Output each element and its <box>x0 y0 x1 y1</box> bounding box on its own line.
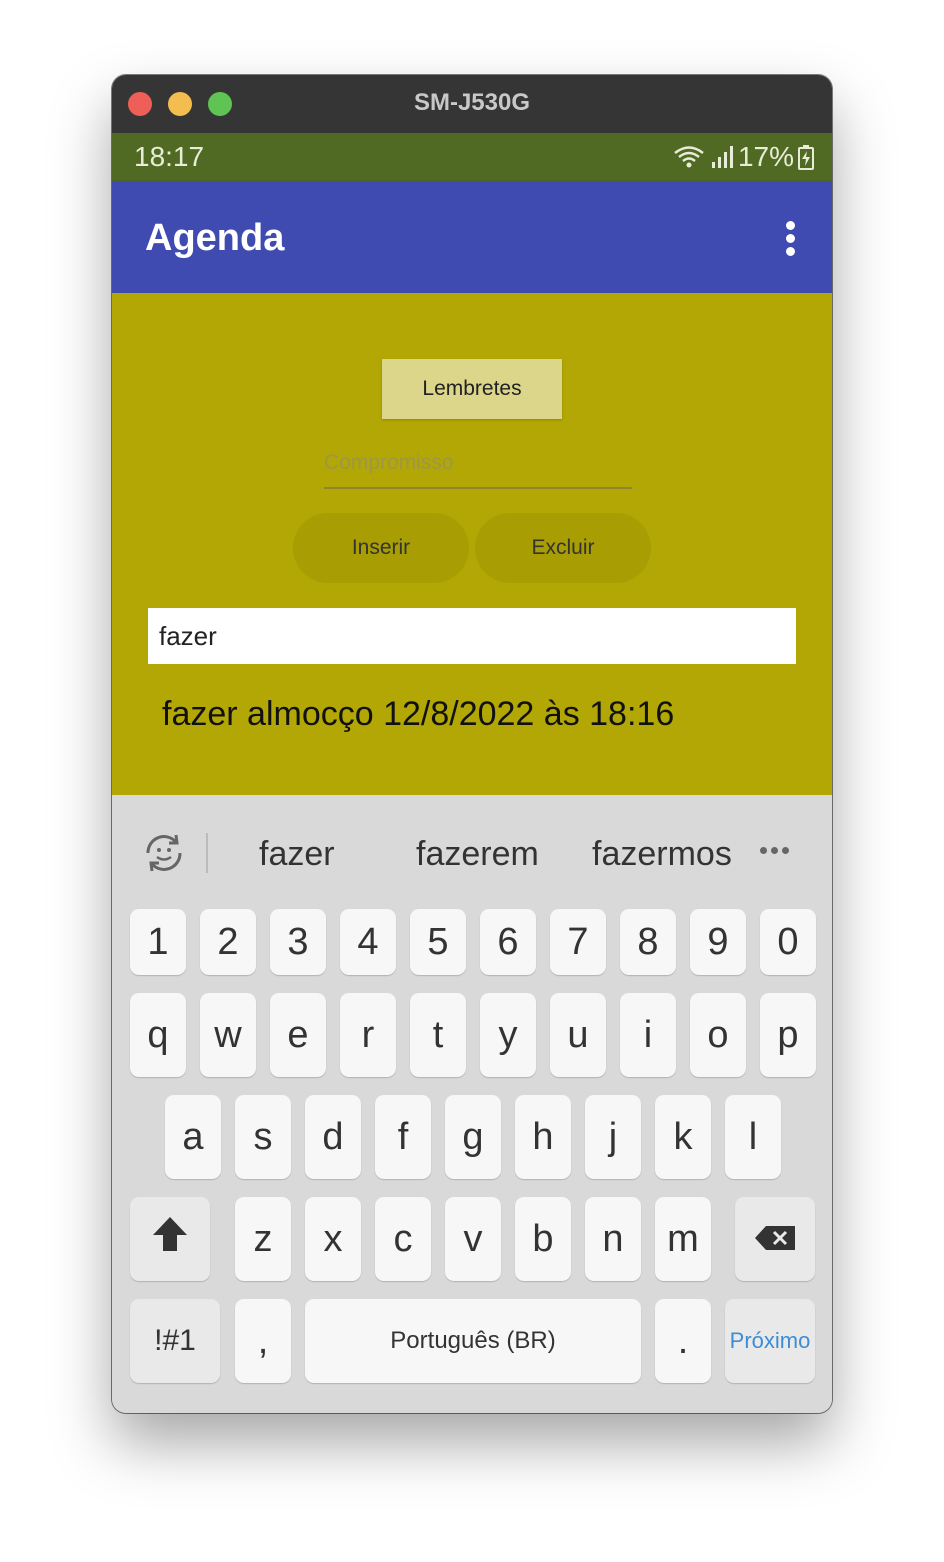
key-w[interactable]: w <box>200 993 256 1077</box>
result-list-item[interactable]: fazer almocço 12/8/2022 às 18:16 <box>162 695 674 734</box>
compromisso-input[interactable] <box>324 439 632 489</box>
shift-arrow-icon <box>151 1215 189 1263</box>
key-k[interactable]: k <box>655 1095 711 1179</box>
key-g[interactable]: g <box>445 1095 501 1179</box>
on-screen-keyboard: fazer fazerem fazermos 1 2 3 4 5 6 7 8 9… <box>112 795 832 1413</box>
status-icons: 17% <box>672 141 814 173</box>
key-1[interactable]: 1 <box>130 909 186 975</box>
key-j[interactable]: j <box>585 1095 641 1179</box>
key-s[interactable]: s <box>235 1095 291 1179</box>
key-i[interactable]: i <box>620 993 676 1077</box>
key-e[interactable]: e <box>270 993 326 1077</box>
overflow-menu-icon[interactable] <box>784 221 796 261</box>
shift-key[interactable] <box>130 1197 210 1281</box>
key-y[interactable]: y <box>480 993 536 1077</box>
key-q[interactable]: q <box>130 993 186 1077</box>
key-p[interactable]: p <box>760 993 816 1077</box>
key-4[interactable]: 4 <box>340 909 396 975</box>
period-key[interactable]: . <box>655 1299 711 1383</box>
backspace-icon <box>754 1218 796 1261</box>
status-bar: 18:17 17% <box>112 133 832 181</box>
key-v[interactable]: v <box>445 1197 501 1281</box>
key-7[interactable]: 7 <box>550 909 606 975</box>
wifi-icon <box>672 144 706 170</box>
key-8[interactable]: 8 <box>620 909 676 975</box>
space-key[interactable]: Português (BR) <box>305 1299 641 1383</box>
emulator-window: SM-J530G 18:17 17% Agenda Lembretes Comp… <box>112 75 832 1413</box>
main-content: Lembretes Inserir Excluir fazer almocço … <box>112 293 832 795</box>
window-titlebar: SM-J530G <box>112 75 832 133</box>
key-a[interactable]: a <box>165 1095 221 1179</box>
status-time: 18:17 <box>134 141 205 172</box>
key-c[interactable]: c <box>375 1197 431 1281</box>
key-6[interactable]: 6 <box>480 909 536 975</box>
signal-icon <box>710 144 734 170</box>
suggestion-bar: fazer fazerem fazermos <box>112 795 832 905</box>
key-3[interactable]: 3 <box>270 909 326 975</box>
app-bar: Agenda <box>112 181 832 293</box>
battery-charging-icon <box>798 144 814 170</box>
emoji-suggestion-icon[interactable] <box>142 831 186 875</box>
key-9[interactable]: 9 <box>690 909 746 975</box>
key-r[interactable]: r <box>340 993 396 1077</box>
suggestion-divider <box>206 833 208 873</box>
suggestion-1[interactable]: fazer <box>259 835 335 874</box>
key-t[interactable]: t <box>410 993 466 1077</box>
key-n[interactable]: n <box>585 1197 641 1281</box>
suggestion-2[interactable]: fazerem <box>416 835 539 874</box>
more-suggestions-icon[interactable] <box>760 847 789 854</box>
window-title: SM-J530G <box>413 89 531 116</box>
key-z[interactable]: z <box>235 1197 291 1281</box>
comma-key[interactable]: , <box>235 1299 291 1383</box>
key-b[interactable]: b <box>515 1197 571 1281</box>
key-h[interactable]: h <box>515 1095 571 1179</box>
key-d[interactable]: d <box>305 1095 361 1179</box>
next-key[interactable]: Próximo <box>725 1299 815 1383</box>
key-l[interactable]: l <box>725 1095 781 1179</box>
lembretes-button[interactable]: Lembretes <box>382 359 562 419</box>
inserir-button[interactable]: Inserir <box>293 513 469 583</box>
search-input[interactable] <box>148 608 796 664</box>
key-5[interactable]: 5 <box>410 909 466 975</box>
key-0[interactable]: 0 <box>760 909 816 975</box>
key-u[interactable]: u <box>550 993 606 1077</box>
key-f[interactable]: f <box>375 1095 431 1179</box>
battery-percent: 17% <box>737 141 794 172</box>
key-m[interactable]: m <box>655 1197 711 1281</box>
symbols-key[interactable]: !#1 <box>130 1299 220 1383</box>
app-title: Agenda <box>145 217 285 259</box>
key-o[interactable]: o <box>690 993 746 1077</box>
excluir-button[interactable]: Excluir <box>475 513 651 583</box>
key-2[interactable]: 2 <box>200 909 256 975</box>
suggestion-3[interactable]: fazermos <box>592 835 732 874</box>
backspace-key[interactable] <box>735 1197 815 1281</box>
key-x[interactable]: x <box>305 1197 361 1281</box>
